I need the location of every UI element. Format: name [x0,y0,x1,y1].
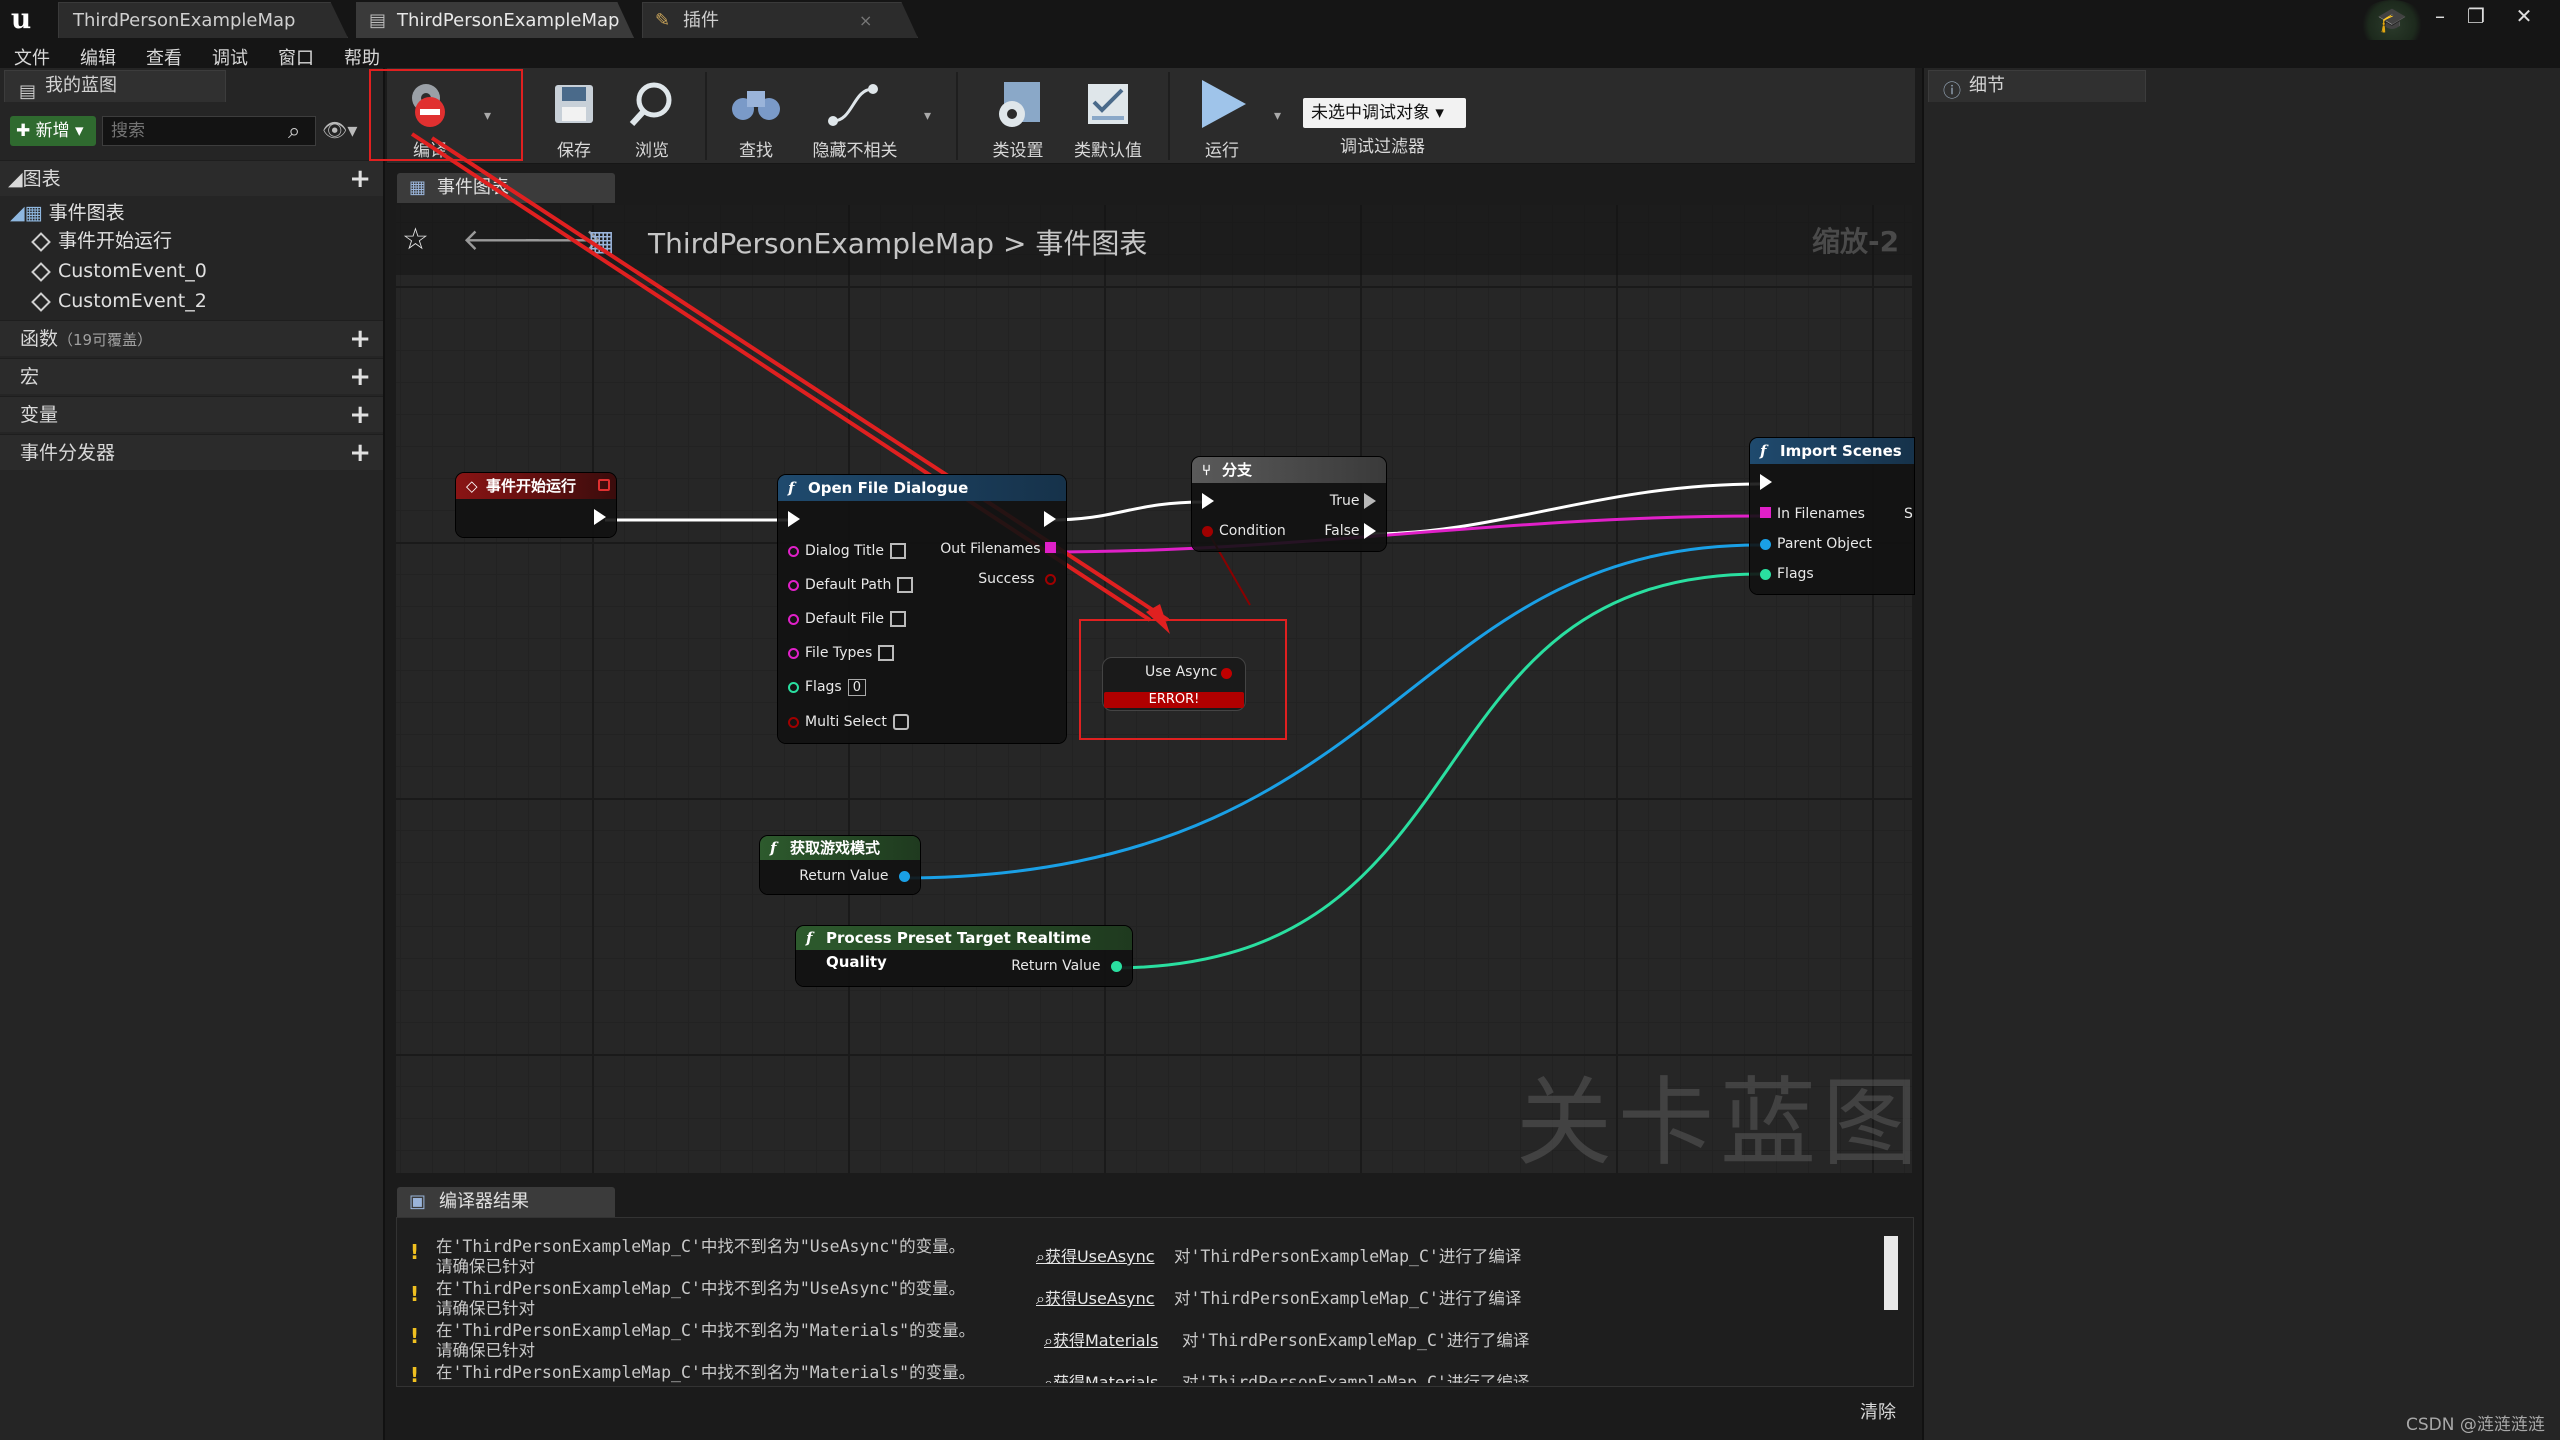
return-value-pin[interactable]: Return Value [1011,958,1122,974]
function-icon: f [788,479,795,497]
warning-icon: ! [410,1363,420,1383]
flags-value[interactable]: 0 [847,679,866,696]
node-title: 分支 [1222,461,1253,479]
node-title: 事件开始运行 [486,477,577,495]
dialog-title-pin[interactable]: Dialog Title [788,543,907,559]
flags-pin[interactable]: Flags 0 [788,679,866,696]
compiler-results-tab[interactable]: ▣ 编译器结果 [397,1187,615,1217]
function-icon: f [806,929,813,947]
open-file-dialogue-node[interactable]: f Open File Dialogue Dialog Title Defaul… [778,475,1066,743]
function-icon: f [1760,442,1767,460]
exec-in-pin[interactable] [1202,493,1214,509]
exec-out-pin[interactable] [594,509,606,525]
warning-icon: ! [410,1282,420,1306]
node-header: ◇ 事件开始运行 [456,473,616,499]
exec-in-pin[interactable] [1760,474,1772,490]
file-types-pin[interactable]: File Types [788,645,895,661]
log-row-clipped: ! 在'ThirdPersonExampleMap_C'中找不到名为"Mater… [400,1359,1880,1383]
condition-pin[interactable]: Condition [1202,523,1286,539]
error-highlight-box [1079,619,1287,740]
log-suffix: 对'ThirdPersonExampleMap_C'进行了编译 [1174,1289,1522,1308]
delegate-pin[interactable] [598,479,610,491]
log-suffix: 对'ThirdPersonExampleMap_C'进行了编译 [1182,1331,1530,1350]
success-pin[interactable]: Success [978,571,1056,587]
default-path-pin[interactable]: Default Path [788,577,914,593]
branch-node[interactable]: ⑂ 分支 Condition True False [1192,457,1386,551]
branch-icon: ⑂ [1202,461,1212,479]
node-title: 获取游戏模式 [790,839,881,857]
clipped-pin-label: S [1904,506,1913,522]
log-message: 在'ThirdPersonExampleMap_C'中找不到名为"Materia… [436,1363,976,1382]
log-suffix: 对'ThirdPersonExampleMap_C'进行了编译 [1182,1373,1530,1383]
event-begin-play-node[interactable]: ◇ 事件开始运行 [456,473,616,537]
out-filenames-pin[interactable]: Out Filenames [940,541,1056,557]
multi-select-pin[interactable]: Multi Select [788,714,909,730]
node-title: Import Scenes [1780,442,1902,460]
log-link[interactable]: ⌕获得Materials [1044,1369,1158,1383]
node-header: f Open File Dialogue [778,475,1066,501]
return-value-pin[interactable]: Return Value [799,868,910,884]
log-link[interactable]: ⌕获得UseAsync [1036,1285,1155,1309]
exec-out-pin[interactable] [1044,511,1056,527]
node-header: ⑂ 分支 [1192,457,1386,483]
filenames-wire [1047,514,1761,554]
warning-icon: ! [410,1240,420,1264]
log-hint: 请确保已针对 [436,1299,535,1318]
in-filenames-pin[interactable]: In Filenames [1760,506,1865,522]
watermark-credit: CSDN @涟涟涟涟 [2406,1415,2545,1435]
log-hint: 请确保已针对 [436,1257,535,1276]
tab-label: 编译器结果 [439,1191,529,1212]
log-scrollbar[interactable] [1884,1236,1898,1310]
exec-in-pin[interactable] [788,511,800,527]
import-scenes-node[interactable]: f Import Scenes In Filenames Parent Obje… [1750,438,1914,594]
warning-icon: ! [410,1324,420,1348]
log-suffix: 对'ThirdPersonExampleMap_C'进行了编译 [1174,1247,1522,1266]
flags-pin[interactable]: Flags [1760,566,1814,582]
node-header: f Process Preset Target Realtime Quality [796,926,1132,971]
node-title: Open File Dialogue [808,479,969,497]
node-header: f 获取游戏模式 [760,836,920,860]
false-pin[interactable]: False [1324,523,1376,539]
function-icon: f [770,839,777,857]
terminal-icon: ▣ [409,1191,427,1212]
get-game-mode-node[interactable]: f 获取游戏模式 Return Value [760,836,920,894]
log-hint: 请确保已针对 [436,1341,535,1360]
exec-wire [1047,500,1206,522]
log-link[interactable]: ⌕获得Materials [1044,1327,1158,1351]
event-icon: ◇ [466,477,478,495]
true-pin[interactable]: True [1330,493,1376,509]
clear-button[interactable]: 清除 [1860,1398,1896,1424]
exec-wire [1369,482,1761,536]
process-preset-node[interactable]: f Process Preset Target Realtime Quality… [796,926,1132,986]
node-header: f Import Scenes [1750,438,1914,464]
default-file-pin[interactable]: Default File [788,611,907,627]
log-link[interactable]: ⌕获得UseAsync [1036,1243,1155,1267]
parent-object-pin[interactable]: Parent Object [1760,536,1872,552]
